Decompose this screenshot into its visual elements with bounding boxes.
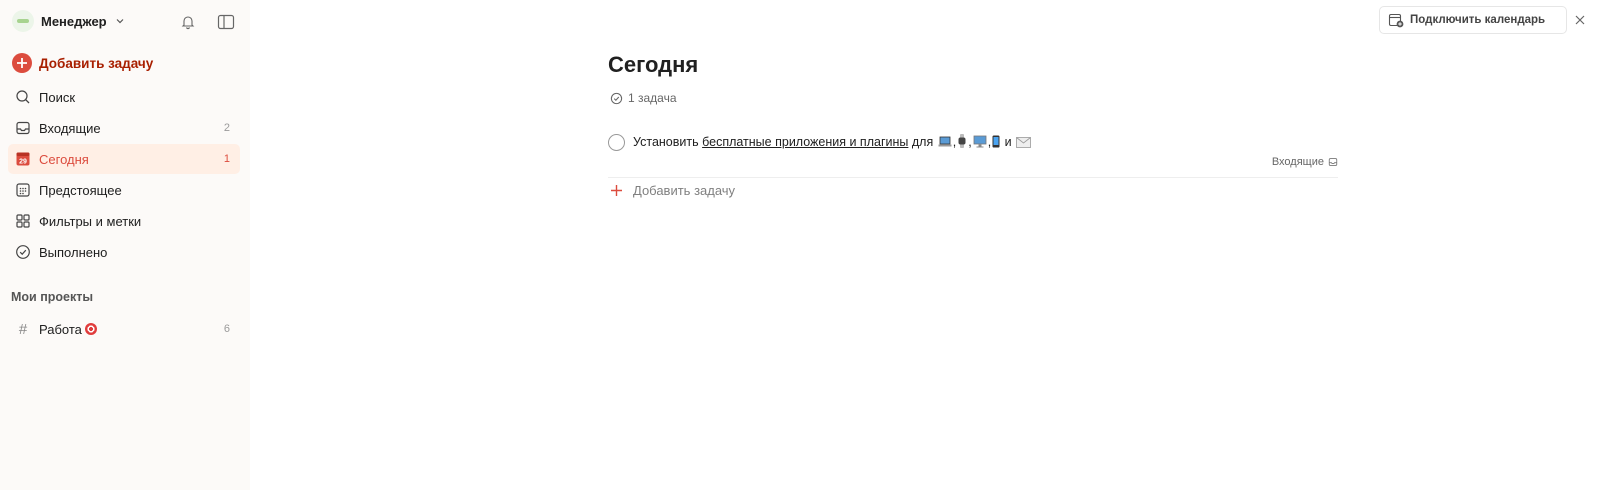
sidebar-item-label: Выполнено (39, 244, 108, 260)
target-emoji-icon (84, 322, 97, 335)
add-task-inline-button[interactable]: Добавить задачу (610, 183, 735, 198)
project-label: Работа (39, 322, 97, 337)
task-count-label: 1 задача (628, 91, 677, 105)
sidebar-item-label: Фильтры и метки (39, 213, 142, 229)
task-link[interactable]: бесплатные приложения и плагины (702, 135, 908, 149)
task-project[interactable]: Входящие (1272, 156, 1338, 168)
project-count: 6 (223, 323, 230, 335)
sidebar-item-label: Поиск (39, 89, 76, 105)
inbox-count: 2 (223, 122, 230, 134)
connect-calendar-button[interactable]: Подключить календарь (1379, 6, 1567, 34)
bell-icon (181, 16, 195, 30)
desktop-emoji-icon (973, 135, 987, 148)
sidebar-item-upcoming[interactable]: Предстоящее (8, 175, 240, 205)
plus-icon (611, 185, 622, 196)
inbox-icon (1328, 158, 1338, 166)
toggle-sidebar-button[interactable] (214, 10, 238, 34)
task-item[interactable]: Установить бесплатные приложения и плаги… (608, 130, 1338, 178)
search-icon (15, 89, 31, 105)
calendar-grid-icon (15, 182, 31, 198)
sidebar-topbar: Менеджер (0, 0, 250, 42)
sidebar-item-completed[interactable]: Выполнено (8, 237, 240, 267)
check-circle-icon (610, 92, 623, 104)
phone-emoji-icon (992, 135, 1000, 148)
check-circle-icon (15, 244, 31, 260)
notifications-button[interactable] (176, 10, 200, 34)
project-work[interactable]: # Работа 6 (8, 314, 240, 344)
envelope-emoji-icon (1016, 137, 1032, 148)
sidebar-item-search[interactable]: Поиск (8, 82, 240, 112)
add-task-button[interactable]: Добавить задачу (12, 52, 153, 74)
avatar (12, 10, 34, 32)
task-project-label: Входящие (1271, 156, 1324, 168)
sidebar-toggle-icon (217, 14, 235, 30)
close-button[interactable] (1570, 10, 1590, 30)
connect-calendar-label: Подключить календарь (1410, 14, 1546, 26)
sidebar: Менеджер Добавить задачу Поиск Входящие … (0, 0, 250, 490)
user-menu[interactable]: Менеджер (12, 10, 126, 32)
calendar-plus-icon (1388, 13, 1404, 28)
sidebar-item-inbox[interactable]: Входящие 2 (8, 113, 240, 143)
plus-icon (12, 53, 32, 73)
task-count: 1 задача (610, 91, 677, 105)
sidebar-item-today[interactable]: 29 Сегодня 1 (8, 144, 240, 174)
chevron-down-icon (116, 19, 124, 24)
task-checkbox[interactable] (608, 134, 625, 151)
sidebar-item-label: Сегодня (39, 151, 89, 167)
page-title: Сегодня (608, 52, 699, 77)
today-date: 29 (19, 159, 27, 166)
add-task-label: Добавить задачу (39, 55, 154, 71)
my-projects-heading[interactable]: Мои проекты (11, 290, 93, 304)
sidebar-item-label: Предстоящее (39, 182, 122, 198)
app-window: Менеджер Добавить задачу Поиск Входящие … (0, 0, 1600, 490)
hash-icon: # (18, 320, 28, 338)
sidebar-nav: Поиск Входящие 2 29 Сегодня 1 Предстояще… (8, 82, 240, 268)
add-task-inline-label: Добавить задачу (633, 183, 736, 198)
sidebar-item-label: Входящие (39, 120, 101, 136)
calendar-today-icon: 29 (15, 151, 31, 167)
watch-emoji-icon (958, 134, 966, 148)
filters-grid-icon (15, 213, 31, 229)
user-name: Менеджер (41, 13, 107, 29)
laptop-emoji-icon (938, 136, 952, 147)
today-count: 1 (223, 153, 230, 165)
close-icon (1575, 15, 1585, 25)
inbox-icon (15, 120, 31, 136)
sidebar-item-filters[interactable]: Фильтры и метки (8, 206, 240, 236)
task-content[interactable]: Установить бесплатные приложения и плаги… (633, 134, 1032, 149)
